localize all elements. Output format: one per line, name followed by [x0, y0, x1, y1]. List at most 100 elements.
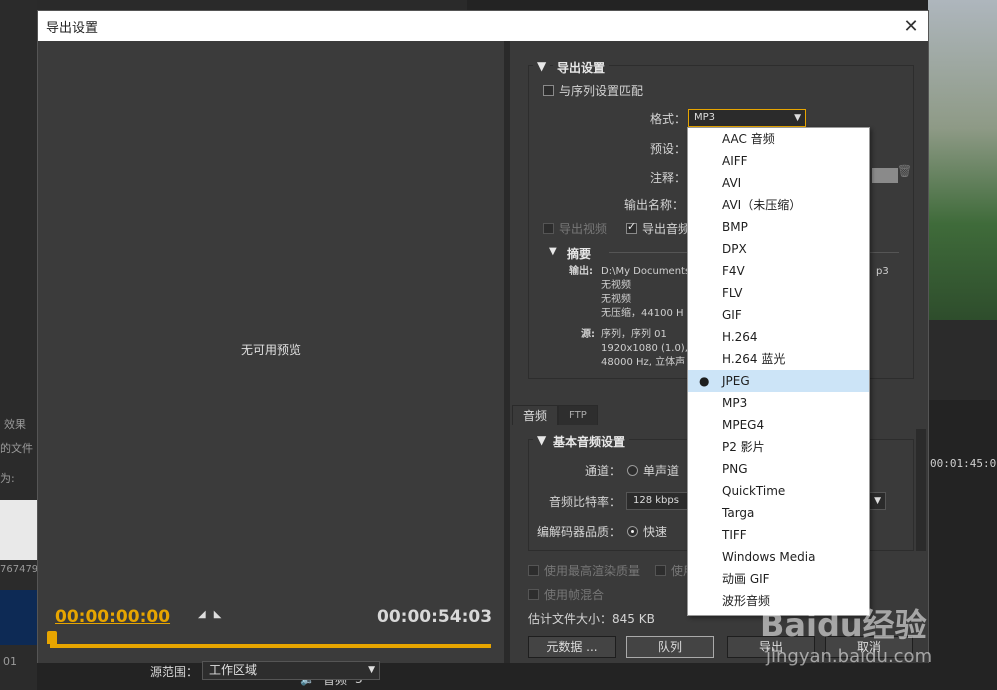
match-sequence-label: 与序列设置匹配 — [559, 84, 644, 98]
dialog-title: 导出设置 — [46, 20, 99, 36]
format-option[interactable]: AAC 音频 — [688, 128, 869, 150]
frame-blending-checkbox[interactable] — [528, 589, 539, 600]
format-option-label: AIFF — [722, 154, 748, 168]
scrub-bar[interactable] — [50, 644, 491, 648]
format-option-label: JPEG — [722, 374, 750, 388]
format-dropdown-menu: AAC 音频 AIFF AVI AVI（未压缩） BMP DPX F4V FLV GIF H.26… — [687, 127, 870, 616]
format-option[interactable]: F4V — [688, 260, 869, 282]
source-range-select[interactable]: 工作区域 ▼ — [202, 661, 380, 680]
format-option-label: AVI（未压缩） — [722, 198, 802, 212]
format-option[interactable]: FLV — [688, 282, 869, 304]
export-settings-header: 导出设置 — [553, 59, 610, 76]
bitrate-value: 128 kbps — [633, 495, 679, 506]
summary-output-label: 输出: — [569, 266, 593, 277]
baidu-watermark: Baidu经验 — [760, 606, 927, 644]
export-video-label: 导出视频 — [559, 222, 608, 236]
summary-output-line: 无视频 — [601, 294, 631, 305]
codec-quality-label: 编解码器品质： — [537, 525, 622, 539]
format-option[interactable]: Windows Media — [688, 546, 869, 568]
use-option-checkbox[interactable] — [655, 565, 666, 576]
format-option[interactable]: P2 影片 — [688, 436, 869, 458]
clip-number-label: 01 — [3, 655, 17, 668]
program-monitor-image — [928, 0, 997, 320]
dialog-titlebar: 导出设置 ✕ — [38, 11, 928, 41]
summary-source-line: 48000 Hz, 立体声 — [601, 357, 686, 368]
trash-icon[interactable]: 🗑 — [897, 164, 912, 178]
collapse-triangle-icon[interactable]: ▼ — [533, 59, 551, 73]
timeline-timecode: 00:01:45:00 — [930, 457, 997, 470]
chevron-down-icon: ▼ — [368, 665, 375, 675]
format-option[interactable]: AVI（未压缩） — [688, 194, 869, 216]
format-option[interactable]: QuickTime — [688, 480, 869, 502]
settings-tabs: 音频 FTP — [512, 405, 598, 425]
time-in-display[interactable]: 00:00:00:00 — [55, 607, 170, 627]
format-option-label: AVI — [722, 176, 742, 190]
format-option-label: AAC 音频 — [722, 132, 775, 146]
metadata-button[interactable]: 元数据 ... — [528, 636, 616, 658]
format-option[interactable]: ● JPEG — [688, 370, 869, 392]
collapse-triangle-icon[interactable]: ▼ — [533, 433, 551, 447]
format-select[interactable]: MP3 ▼ — [688, 109, 806, 127]
format-option-label: DPX — [722, 242, 747, 256]
mono-label: 单声道 — [643, 464, 680, 478]
format-option[interactable]: H.264 蓝光 — [688, 348, 869, 370]
summary-output-line: D:\My Documents — [601, 266, 691, 277]
fast-label: 快速 — [643, 525, 668, 539]
files-label: 的文件 — [0, 442, 33, 455]
format-option-label: 动画 GIF — [722, 572, 770, 586]
comment-input[interactable] — [872, 168, 898, 183]
playhead-handle[interactable] — [47, 631, 57, 644]
tab-ftp[interactable]: FTP — [558, 405, 598, 425]
channels-label: 通道： — [585, 464, 622, 478]
format-option[interactable]: DPX — [688, 238, 869, 260]
format-option[interactable]: H.264 — [688, 326, 869, 348]
format-option[interactable]: Targa — [688, 502, 869, 524]
format-option[interactable]: MP3 — [688, 392, 869, 414]
mono-radio[interactable] — [627, 465, 638, 476]
format-label: 格式： — [650, 112, 687, 126]
vertical-scrollbar[interactable] — [916, 429, 926, 551]
clip-thumbnail-2[interactable] — [0, 590, 37, 645]
format-option-label: MP3 — [722, 396, 748, 410]
output-name-label: 输出名称： — [624, 198, 685, 212]
format-option[interactable]: AVI — [688, 172, 869, 194]
queue-button[interactable]: 队列 — [626, 636, 714, 658]
source-range-value: 工作区域 — [209, 663, 258, 677]
format-option[interactable]: GIF — [688, 304, 869, 326]
format-option[interactable]: AIFF — [688, 150, 869, 172]
tab-audio[interactable]: 音频 — [512, 405, 559, 425]
max-render-quality-checkbox[interactable] — [528, 565, 539, 576]
left-panel: 效果 的文件 为: 767479 01 — [0, 0, 39, 690]
basic-audio-header: 基本音频设置 — [549, 433, 630, 450]
format-option[interactable]: MPEG4 — [688, 414, 869, 436]
in-out-markers[interactable]: ◢◣ — [198, 609, 229, 620]
export-video-checkbox[interactable] — [543, 223, 554, 234]
summary-source-line: 序列，序列 01 — [601, 329, 667, 340]
effects-tab-label[interactable]: 效果 — [4, 416, 26, 432]
clip-id-label: 767479 — [0, 564, 39, 575]
fast-radio[interactable] — [627, 526, 638, 537]
summary-collapse-icon[interactable]: ▼ — [549, 246, 557, 257]
format-option-label: QuickTime — [722, 484, 786, 498]
monitor-controls — [928, 320, 997, 400]
selected-dot-icon: ● — [699, 374, 710, 388]
summary-output-line: 无压缩，44100 H — [601, 308, 684, 319]
as-label: 为: — [0, 472, 15, 485]
match-sequence-checkbox[interactable] — [543, 85, 554, 96]
format-option-label: MPEG4 — [722, 418, 765, 432]
format-option-label: Targa — [722, 506, 755, 520]
format-option-label: F4V — [722, 264, 745, 278]
format-option-label: BMP — [722, 220, 748, 234]
timeline-ruler — [37, 0, 467, 10]
format-option[interactable]: BMP — [688, 216, 869, 238]
clip-thumbnail[interactable] — [0, 500, 37, 560]
format-option-label: FLV — [722, 286, 743, 300]
export-audio-checkbox[interactable] — [626, 220, 637, 234]
format-option[interactable]: 动画 GIF — [688, 568, 869, 590]
chevron-down-icon: ▼ — [794, 113, 801, 123]
source-range-label: 源范围： — [150, 665, 199, 679]
estimated-size: 估计文件大小：845 KB — [528, 612, 655, 626]
close-button[interactable]: ✕ — [900, 15, 922, 37]
format-option[interactable]: PNG — [688, 458, 869, 480]
format-option[interactable]: TIFF — [688, 524, 869, 546]
